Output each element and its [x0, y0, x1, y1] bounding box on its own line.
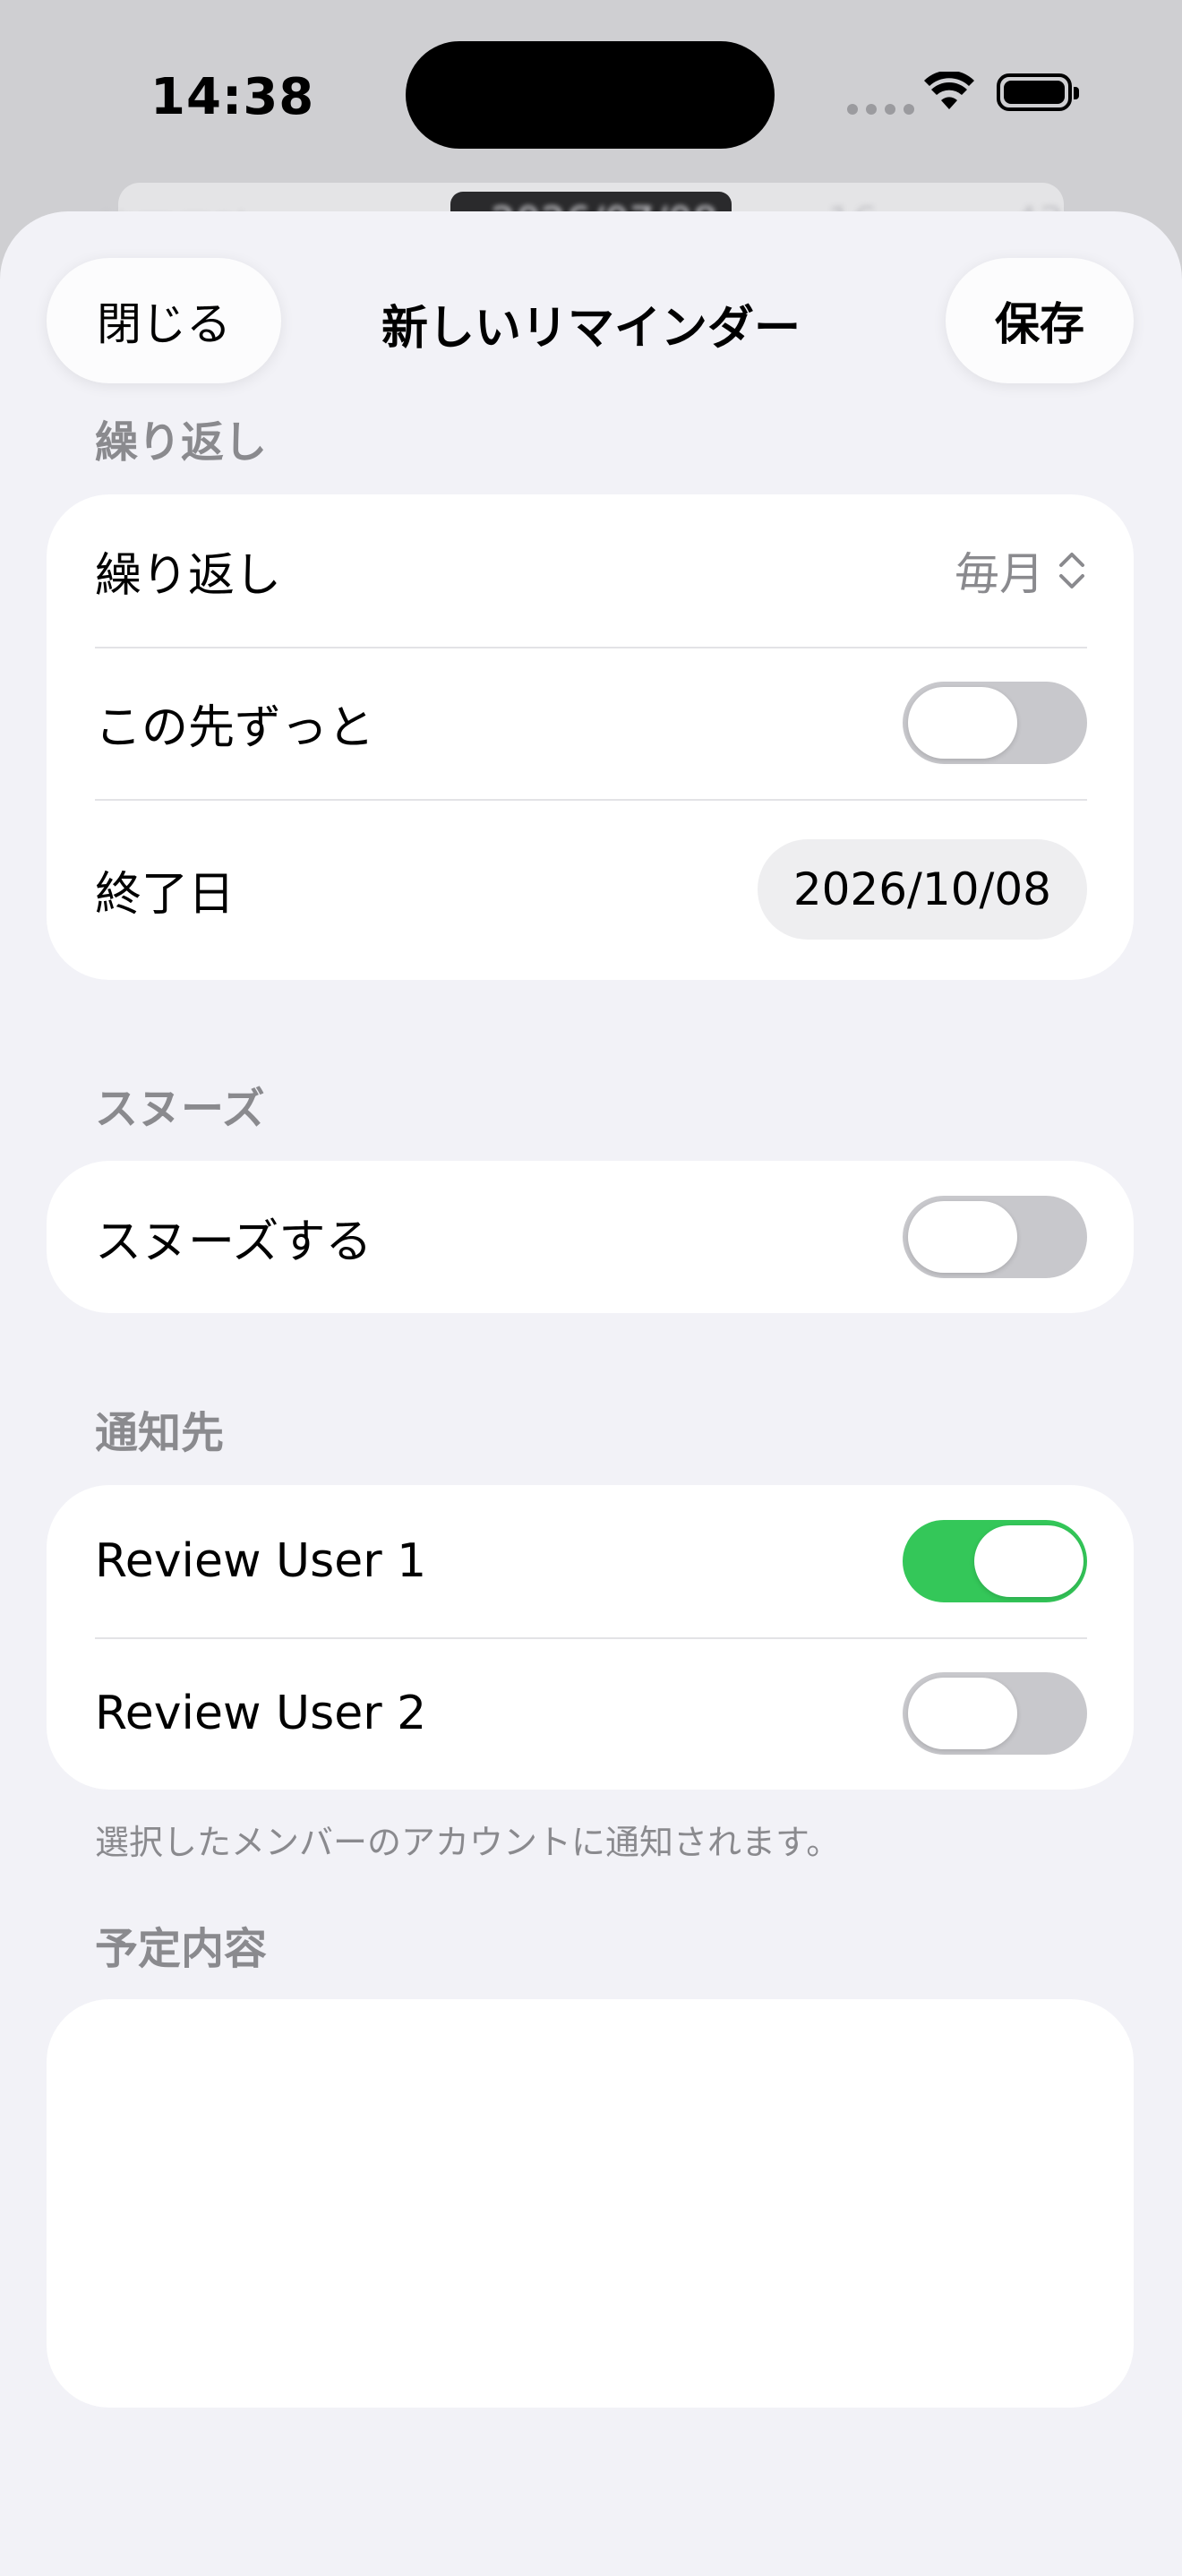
- forever-label: この先ずっと: [95, 700, 375, 755]
- cellular-signal-icon: [847, 104, 914, 115]
- notify-user-2-toggle[interactable]: [903, 1672, 1087, 1755]
- snooze-row: スヌーズする: [47, 1161, 1134, 1313]
- save-button[interactable]: 保存: [946, 258, 1134, 383]
- snooze-toggle[interactable]: [903, 1196, 1087, 1278]
- notify-card: Review User 1 Review User 2: [47, 1485, 1134, 1790]
- sheet-title: 新しいリマインダー: [381, 302, 801, 356]
- forever-row: この先ずっと: [47, 647, 1134, 799]
- repeat-label: 繰り返し: [95, 548, 282, 603]
- end-date-picker[interactable]: 2026/10/08: [757, 839, 1087, 940]
- notify-user-row: Review User 2: [47, 1637, 1134, 1790]
- end-date-row: 終了日 2026/10/08: [47, 799, 1134, 980]
- repeat-section-header: 繰り返し: [95, 417, 268, 468]
- notify-footer-note: 選択したメンバーのアカウントに通知されます。: [95, 1823, 841, 1862]
- snooze-section-header: スヌーズ: [95, 1084, 265, 1134]
- repeat-picker[interactable]: 毎月: [955, 538, 1087, 603]
- repeat-row[interactable]: 繰り返し 毎月: [47, 494, 1134, 647]
- content-section-header: 予定内容: [95, 1924, 268, 1974]
- wifi-icon: [924, 72, 974, 109]
- content-text-area[interactable]: [47, 1999, 1134, 2408]
- snooze-card: スヌーズする: [47, 1161, 1134, 1313]
- dynamic-island: [406, 41, 775, 149]
- chevron-up-down-icon: [1059, 553, 1084, 588]
- new-reminder-sheet: 閉じる 新しいリマインダー 保存 繰り返し 繰り返し 毎月 この先ずっと 終了日…: [0, 211, 1182, 2576]
- end-date-label: 終了日: [95, 867, 236, 922]
- notify-user-name: Review User 2: [95, 1687, 427, 1740]
- notify-user-row: Review User 1: [47, 1485, 1134, 1637]
- notify-user-name: Review User 1: [95, 1534, 427, 1588]
- status-bar: 14:38: [0, 0, 1182, 179]
- notify-section-header: 通知先: [95, 1408, 225, 1458]
- notify-user-1-toggle[interactable]: [903, 1520, 1087, 1602]
- snooze-label: スヌーズする: [95, 1215, 373, 1269]
- close-button[interactable]: 閉じる: [47, 258, 281, 383]
- repeat-card: 繰り返し 毎月 この先ずっと 終了日 2026/10/08: [47, 494, 1134, 980]
- battery-icon: [997, 73, 1079, 111]
- repeat-value: 毎月: [955, 548, 1044, 600]
- status-time: 14:38: [150, 68, 315, 126]
- forever-toggle[interactable]: [903, 682, 1087, 764]
